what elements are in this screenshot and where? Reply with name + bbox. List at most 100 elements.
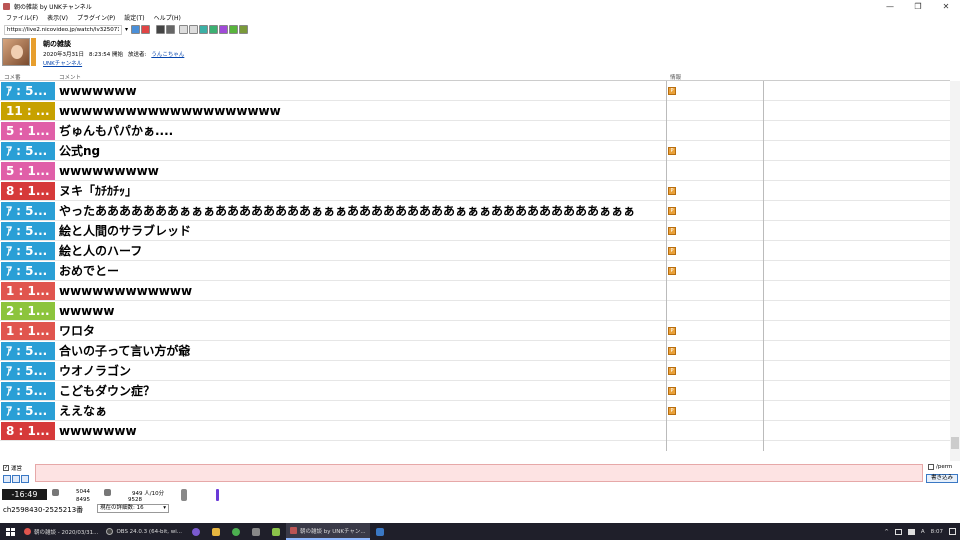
chevron-up-icon[interactable]: ^ — [884, 529, 889, 535]
pinned-app-1[interactable] — [186, 523, 206, 540]
tool-icon-6[interactable] — [209, 25, 219, 34]
clock[interactable]: 8:07 — [931, 529, 943, 535]
url-input[interactable] — [4, 24, 122, 35]
notification-icon[interactable] — [949, 528, 956, 535]
mode-icon-3[interactable] — [21, 475, 29, 483]
table-row[interactable]: ｱ : 5... ウオノラゴン P — [0, 361, 950, 381]
disconnect-icon[interactable] — [141, 25, 151, 34]
vertical-scrollbar[interactable] — [950, 81, 960, 461]
mode-icon-2[interactable] — [12, 475, 20, 483]
start-button[interactable] — [0, 523, 20, 540]
premium-icon: P — [668, 147, 676, 155]
taskbar-item-browser[interactable]: 朝の雑談 - 2020/03/31... — [20, 523, 102, 540]
maximize-button[interactable]: ❐ — [904, 0, 932, 12]
table-row[interactable]: ｱ : 5... おめでとー P — [0, 261, 950, 281]
column-header-comment[interactable]: コメント — [59, 73, 81, 81]
tool-icon-2[interactable] — [166, 25, 176, 34]
table-row[interactable]: 1 : 1... wwwwwwwwwwww — [0, 281, 950, 301]
perm-checkbox[interactable]: /perm — [928, 464, 952, 470]
viewer-count: 5044 — [76, 489, 90, 495]
broadcaster-label: 放送者: — [127, 52, 147, 58]
menu-settings[interactable]: 設定(T) — [124, 13, 144, 22]
mode-icon-1[interactable] — [3, 475, 11, 483]
broadcaster-thumbnail[interactable] — [2, 38, 30, 66]
pinned-app-5[interactable] — [266, 523, 286, 540]
tool-icon-4[interactable] — [189, 25, 199, 34]
table-row[interactable]: ｱ : 5... こどもダウン症？ P — [0, 381, 950, 401]
tool-icon-8[interactable] — [229, 25, 239, 34]
table-row[interactable]: 5 : 1... ぢゅんもパパかぁ.... — [0, 121, 950, 141]
comment-text: おめでとー — [59, 264, 120, 278]
comment-input-area: ✓ 運営 /perm 書き込み — [0, 463, 960, 485]
table-row[interactable]: 11 : ... wwwwwwwwwwwwwwwwwwww — [0, 101, 950, 121]
pinned-app-3[interactable] — [226, 523, 246, 540]
pinned-app-2[interactable] — [206, 523, 226, 540]
checkbox-box[interactable]: ✓ — [3, 465, 9, 471]
premium-icon: P — [668, 87, 676, 95]
connect-icon[interactable] — [131, 25, 141, 34]
app-icon — [3, 2, 10, 10]
chevron-down-icon[interactable]: ▾ — [125, 26, 128, 33]
tool-icon-3[interactable] — [179, 25, 189, 34]
table-row[interactable]: 8 : 1... ヌキ「ｶﾁｶﾁｯ」 P — [0, 181, 950, 201]
perm-checkbox-box[interactable] — [928, 464, 934, 470]
table-row[interactable]: ｱ : 5... 絵と人間のサラブレッド P — [0, 221, 950, 241]
comment-text: wwwwwww — [59, 424, 137, 438]
menu-view[interactable]: 表示(V) — [47, 13, 68, 22]
comment-input[interactable] — [35, 464, 923, 482]
unei-checkbox[interactable]: ✓ 運営 — [3, 464, 22, 472]
comment-number-cell: 2 : 1... — [1, 302, 55, 320]
table-row[interactable]: 5 : 1... wwwwwwwww — [0, 161, 950, 181]
table-row[interactable]: ｱ : 5... wwwwwww P — [0, 81, 950, 101]
table-row[interactable]: ｱ : 5... 合いの子って言い方が爺 P — [0, 341, 950, 361]
comment-text: wwwwwwwwwwww — [59, 284, 193, 298]
table-row[interactable]: 2 : 1... wwwww — [0, 301, 950, 321]
tool-icon-9[interactable] — [239, 25, 249, 34]
perm-label: /perm — [936, 464, 953, 470]
column-header-info[interactable]: 情報 — [670, 73, 681, 81]
table-row[interactable]: ｱ : 5... やったあああああああぁぁぁああああああああぁぁぁああああああああ… — [0, 201, 950, 221]
pinned-app-6[interactable] — [370, 523, 390, 540]
ime-indicator[interactable]: A — [921, 529, 925, 535]
menu-plugin[interactable]: プラグイン(P) — [77, 13, 115, 22]
comment-text: ワロタ — [59, 324, 96, 338]
accent-bar — [31, 38, 36, 66]
window-title: 朝の雑談 by UNKチャンネル — [14, 3, 92, 11]
pinned-app-4[interactable] — [246, 523, 266, 540]
program-date: 2020年3月31日 — [43, 52, 84, 58]
menu-file[interactable]: ファイル(F) — [6, 13, 38, 22]
app-icon — [290, 527, 297, 534]
tool-icon-5[interactable] — [199, 25, 209, 34]
close-button[interactable]: ✕ — [932, 0, 960, 12]
comment-number-cell: 8 : 1... — [1, 422, 55, 440]
taskbar-item-obs[interactable]: OBS 24.0.3 (64-bit, wi... — [102, 523, 186, 540]
column-header-no[interactable]: コメ番 — [4, 73, 21, 81]
comment-number-cell: 5 : 1... — [1, 162, 55, 180]
comment-text: ええなぁ — [59, 404, 108, 418]
windows-logo-icon — [6, 527, 15, 536]
tool-icon-7[interactable] — [219, 25, 229, 34]
volume-icon[interactable] — [907, 528, 915, 535]
minimize-button[interactable]: — — [876, 0, 904, 12]
comment-text: wwwwwwwwwwwwwwwwwwww — [59, 104, 281, 118]
menu-help[interactable]: ヘルプ(H) — [154, 13, 181, 22]
network-icon[interactable] — [894, 528, 902, 535]
table-row[interactable]: 1 : 1... ワロタ P — [0, 321, 950, 341]
taskbar-item-active[interactable]: 朝の雑談 by UNKチャン... — [286, 523, 370, 540]
broadcaster-link[interactable]: うんこちゃん — [151, 50, 184, 58]
tool-icon-1[interactable] — [156, 25, 166, 34]
send-button[interactable]: 書き込み — [926, 474, 958, 483]
table-row[interactable]: ｱ : 5... ええなぁ P — [0, 401, 950, 421]
column-divider — [666, 81, 667, 451]
grid-header: コメ番 コメント 情報 — [0, 71, 950, 81]
scrollbar-thumb[interactable] — [951, 437, 959, 449]
table-row[interactable]: 8 : 1... wwwwwww — [0, 421, 950, 441]
table-row[interactable]: ｱ : 5... 絵と人のハーフ P — [0, 241, 950, 261]
channel-link[interactable]: UNKチャンネル — [43, 59, 82, 67]
taskbar-label: 朝の雑談 - 2020/03/31... — [34, 529, 99, 536]
viewer-icon — [52, 489, 59, 496]
comment-number-cell: 1 : 1... — [1, 322, 55, 340]
app-icon — [232, 527, 240, 536]
table-row[interactable]: ｱ : 5... 公式ng P — [0, 141, 950, 161]
detail-count-select[interactable]: 現在の詳細数: 16 ▾ — [97, 504, 169, 513]
